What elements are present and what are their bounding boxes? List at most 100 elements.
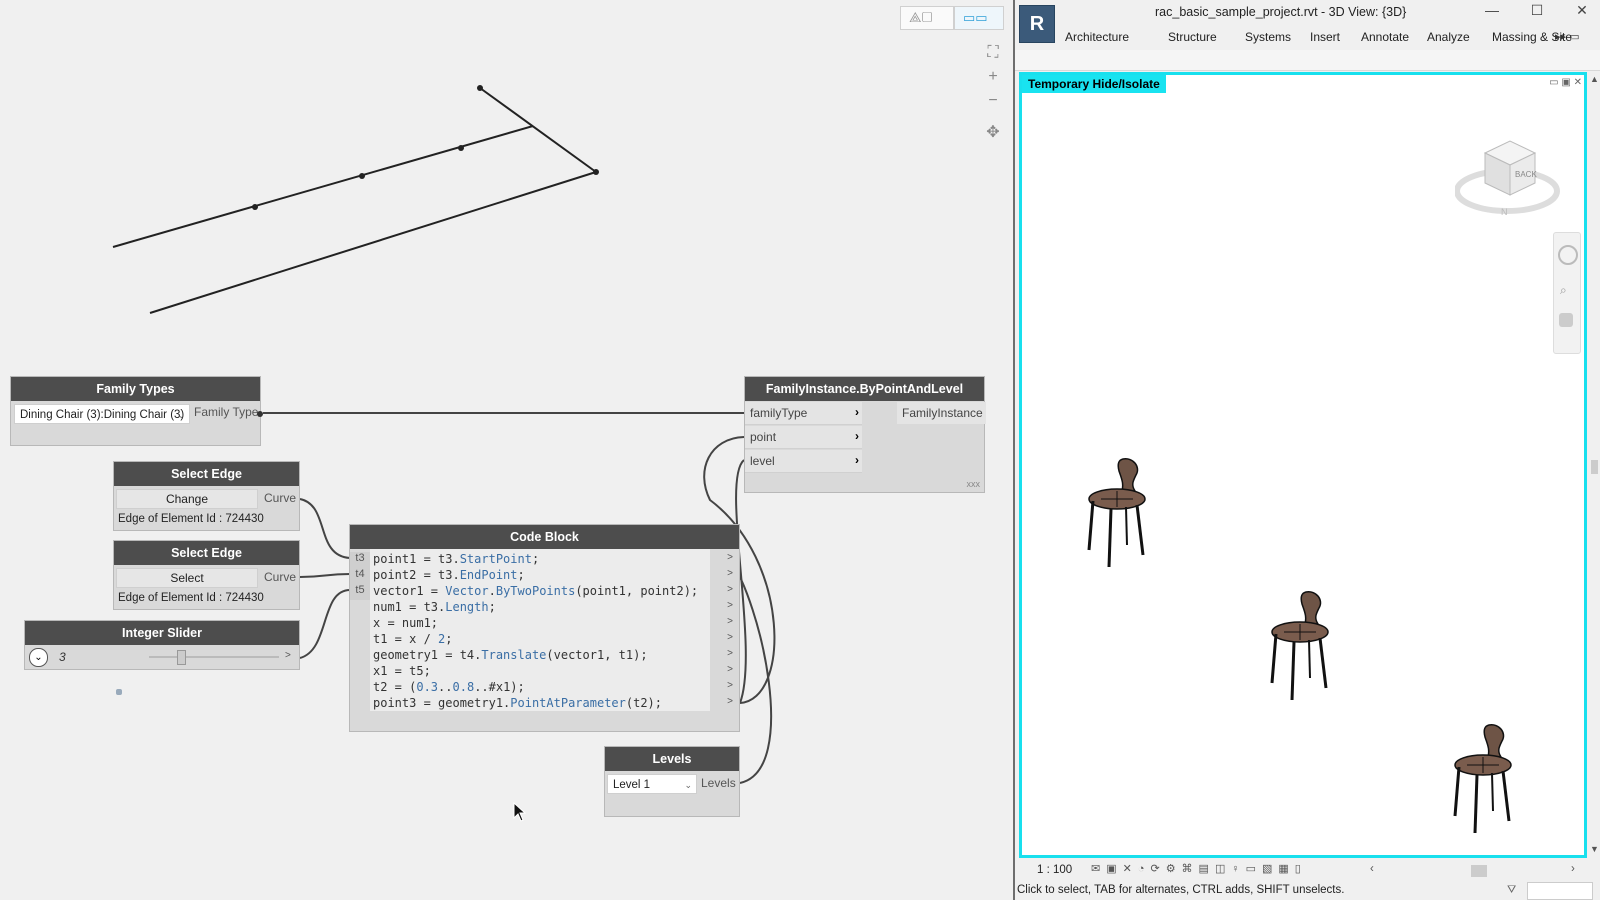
- node-title: Select Edge: [114, 541, 299, 565]
- output-port-label: Curve: [264, 570, 297, 584]
- orbit-icon[interactable]: [1559, 313, 1573, 327]
- chair-2[interactable]: [1264, 588, 1344, 704]
- code-editor[interactable]: point1 = t3.StartPoint; point2 = t3.EndP…: [370, 549, 710, 711]
- revit-app-button[interactable]: R: [1019, 5, 1055, 43]
- scroll-right-icon[interactable]: ›: [1571, 863, 1575, 875]
- output-port-label: Levels: [701, 776, 736, 790]
- code-line: x1 = t5;: [373, 664, 431, 678]
- ribbon-panel: [1015, 50, 1600, 71]
- view-control-icons[interactable]: ✉▣✕◔⟳⚙⌘▤◫♀▭▧▦▯: [1091, 862, 1307, 875]
- code-line: geometry1 = t4.Translate(vector1, t1);: [373, 648, 648, 662]
- tab-annotate[interactable]: Annotate: [1361, 30, 1409, 44]
- tab-systems[interactable]: Systems: [1245, 30, 1291, 44]
- steering-wheel-icon[interactable]: [1558, 245, 1578, 265]
- selection-count-box[interactable]: [1527, 882, 1593, 900]
- code-line: t1 = x / 2;: [373, 632, 453, 646]
- tab-insert[interactable]: Insert: [1310, 30, 1340, 44]
- view-toggle-geometry[interactable]: ⟁▢: [900, 6, 954, 30]
- node-title: Select Edge: [114, 462, 299, 486]
- filter-icon[interactable]: ⛛: [1507, 884, 1516, 897]
- 3d-viewport[interactable]: Temporary Hide/Isolate ▭ ▣ ✕ BACK N ⌕: [1019, 72, 1587, 858]
- code-output-1[interactable]: >: [721, 552, 739, 563]
- minimize-icon[interactable]: —: [1477, 2, 1507, 18]
- ribbon-tabs: Architecture Structure Systems Insert An…: [1057, 28, 1597, 48]
- code-output-4[interactable]: >: [721, 600, 739, 611]
- tab-structure[interactable]: Structure: [1168, 30, 1217, 44]
- chevron-right-icon: ›: [855, 429, 859, 443]
- family-type-dropdown[interactable]: Dining Chair (3):Dining Chair (3) ⌄: [14, 404, 190, 424]
- input-level[interactable]: level ›: [745, 450, 862, 473]
- change-button[interactable]: Change: [116, 489, 258, 509]
- dynamo-canvas[interactable]: ⟁▢ ▭▭ ⛶ + − ✥ Family Types Dining Chair …: [0, 0, 1013, 900]
- code-output-9[interactable]: >: [721, 680, 739, 691]
- tab-architecture[interactable]: Architecture: [1065, 30, 1129, 44]
- output-familyinstance[interactable]: FamilyInstance: [897, 402, 986, 424]
- level-dropdown[interactable]: Level 1 ⌄: [607, 774, 697, 794]
- node-select-edge-2[interactable]: Select Edge Select Curve Edge of Element…: [113, 540, 300, 610]
- zoom-region-icon[interactable]: ⌕: [1560, 283, 1567, 298]
- node-select-edge-1[interactable]: Select Edge Change Curve Edge of Element…: [113, 461, 300, 531]
- zoom-fit-icon[interactable]: ⛶: [982, 42, 1004, 64]
- scroll-left-icon[interactable]: ‹: [1370, 863, 1374, 875]
- select-button[interactable]: Select: [116, 568, 258, 588]
- view-toggle-graph[interactable]: ▭▭: [954, 6, 1004, 30]
- edge-info: Edge of Element Id : 724430: [118, 592, 264, 604]
- node-family-types[interactable]: Family Types Dining Chair (3):Dining Cha…: [10, 376, 263, 446]
- close-icon[interactable]: ✕: [1567, 2, 1597, 19]
- input-familytype[interactable]: familyType ›: [745, 402, 862, 425]
- chair-1[interactable]: [1081, 455, 1161, 571]
- slider-track[interactable]: [149, 656, 279, 658]
- horizontal-scrollbar-thumb[interactable]: [1471, 865, 1487, 877]
- scroll-down-icon[interactable]: ▼: [1590, 844, 1599, 854]
- code-output-10[interactable]: >: [721, 696, 739, 707]
- viewcube[interactable]: BACK N: [1455, 135, 1565, 220]
- node-levels[interactable]: Levels Level 1 ⌄ Levels: [604, 746, 740, 817]
- slider-step-right-icon[interactable]: >: [285, 650, 291, 661]
- edge-info: Edge of Element Id : 724430: [118, 513, 264, 525]
- code-input-t3[interactable]: t3: [350, 552, 370, 568]
- node-code-block[interactable]: Code Block t3 t4 t5 point1 = t3.StartPoi…: [349, 524, 740, 732]
- node-title: Integer Slider: [25, 621, 299, 645]
- mouse-cursor-icon: [513, 802, 527, 822]
- code-output-2[interactable]: >: [721, 568, 739, 579]
- compass-n-label: N: [1501, 207, 1508, 217]
- slider-value[interactable]: 3: [59, 650, 66, 664]
- node-footer: xxx: [966, 479, 981, 489]
- node-title: Levels: [605, 747, 739, 771]
- navigation-bar[interactable]: ⌕: [1553, 232, 1581, 354]
- code-line: num1 = t3.Length;: [373, 600, 496, 614]
- output-port[interactable]: [257, 411, 263, 417]
- chair-3[interactable]: [1447, 721, 1527, 837]
- scroll-up-icon[interactable]: ▲: [1590, 74, 1599, 84]
- output-label: FamilyInstance: [902, 406, 983, 420]
- slider-expand-icon[interactable]: ⌄: [29, 648, 48, 667]
- code-output-3[interactable]: >: [721, 584, 739, 595]
- node-integer-slider[interactable]: Integer Slider ⌄ 3 >: [24, 620, 300, 670]
- revit-window[interactable]: R rac_basic_sample_project.rvt - 3D View…: [1013, 0, 1600, 900]
- maximize-icon[interactable]: ☐: [1522, 2, 1552, 19]
- vertical-scrollbar[interactable]: ▲ ▼: [1589, 72, 1600, 858]
- scrollbar-thumb[interactable]: [1591, 460, 1598, 474]
- code-output-6[interactable]: >: [721, 632, 739, 643]
- code-output-7[interactable]: >: [721, 648, 739, 659]
- zoom-in-icon[interactable]: +: [982, 66, 1004, 88]
- code-output-5[interactable]: >: [721, 616, 739, 627]
- code-output-8[interactable]: >: [721, 664, 739, 675]
- slider-thumb[interactable]: [177, 650, 186, 665]
- ribbon-overflow-icon[interactable]: ▸▸ ▭: [1555, 30, 1580, 43]
- code-line: point3 = geometry1.PointAtParameter(t2);: [373, 696, 662, 710]
- input-point[interactable]: point ›: [745, 426, 862, 449]
- code-input-t4[interactable]: t4: [350, 568, 370, 584]
- view-scale[interactable]: 1 : 100: [1037, 864, 1072, 876]
- chevron-right-icon: ›: [855, 453, 859, 467]
- dropdown-value: Level 1: [613, 779, 651, 791]
- code-line: x = num1;: [373, 616, 439, 630]
- zoom-out-icon[interactable]: −: [982, 90, 1004, 112]
- view-window-controls[interactable]: ▭ ▣ ✕: [1549, 77, 1582, 88]
- code-input-t5[interactable]: t5: [350, 584, 370, 600]
- node-familyinstance-bypointandlevel[interactable]: FamilyInstance.ByPointAndLevel familyTyp…: [744, 376, 986, 493]
- view-control-bar: 1 : 100 ✉▣✕◔⟳⚙⌘▤◫♀▭▧▦▯ ‹ ›: [1015, 862, 1600, 880]
- output-port-label: Curve: [264, 491, 297, 505]
- pan-icon[interactable]: ✥: [982, 122, 1004, 144]
- tab-analyze[interactable]: Analyze: [1427, 30, 1470, 44]
